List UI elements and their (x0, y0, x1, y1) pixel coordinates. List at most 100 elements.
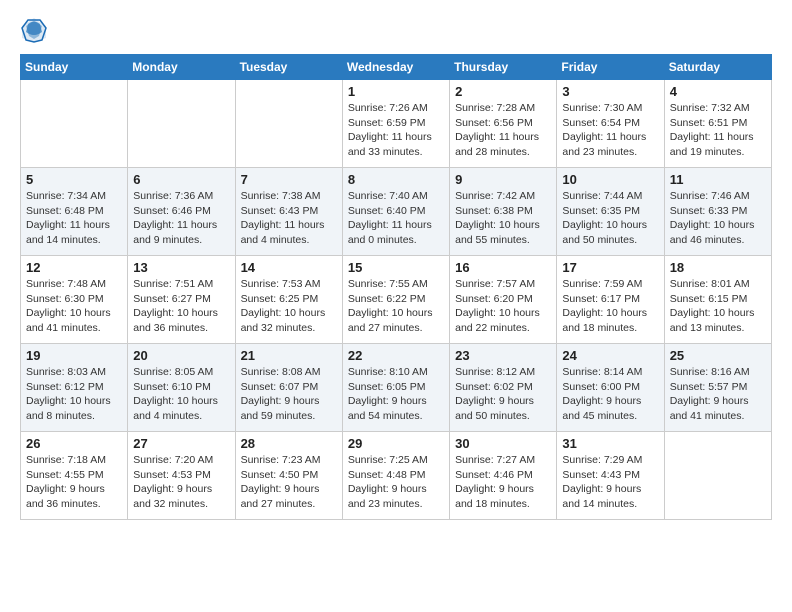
calendar-week-row: 1 Sunrise: 7:26 AM Sunset: 6:59 PM Daylig… (21, 80, 772, 168)
calendar-cell: 30 Sunrise: 7:27 AM Sunset: 4:46 PM Dayli… (450, 432, 557, 520)
day-number: 12 (26, 260, 122, 275)
day-number: 9 (455, 172, 551, 187)
day-info: Sunrise: 7:28 AM Sunset: 6:56 PM Dayligh… (455, 101, 551, 160)
day-info: Sunrise: 7:34 AM Sunset: 6:48 PM Dayligh… (26, 189, 122, 248)
day-number: 31 (562, 436, 658, 451)
day-number: 21 (241, 348, 337, 363)
calendar-week-row: 12 Sunrise: 7:48 AM Sunset: 6:30 PM Dayli… (21, 256, 772, 344)
day-info: Sunrise: 8:01 AM Sunset: 6:15 PM Dayligh… (670, 277, 766, 336)
day-number: 13 (133, 260, 229, 275)
day-info: Sunrise: 7:27 AM Sunset: 4:46 PM Dayligh… (455, 453, 551, 512)
calendar-cell: 16Sunrise: 7:57 AM Sunset: 6:20 PM Dayli… (450, 256, 557, 344)
calendar-cell: 27 Sunrise: 7:20 AM Sunset: 4:53 PM Dayli… (128, 432, 235, 520)
day-info: Sunrise: 7:46 AM Sunset: 6:33 PM Dayligh… (670, 189, 766, 248)
day-number: 15 (348, 260, 444, 275)
calendar-cell: 14Sunrise: 7:53 AM Sunset: 6:25 PM Dayli… (235, 256, 342, 344)
day-info: Sunrise: 8:14 AM Sunset: 6:00 PM Dayligh… (562, 365, 658, 424)
calendar-cell: 23 Sunrise: 8:12 AM Sunset: 6:02 PM Dayli… (450, 344, 557, 432)
day-info: Sunrise: 7:42 AM Sunset: 6:38 PM Dayligh… (455, 189, 551, 248)
day-info: Sunrise: 8:10 AM Sunset: 6:05 PM Dayligh… (348, 365, 444, 424)
day-number: 22 (348, 348, 444, 363)
calendar-week-row: 19 Sunrise: 8:03 AM Sunset: 6:12 PM Dayli… (21, 344, 772, 432)
day-number: 28 (241, 436, 337, 451)
day-number: 1 (348, 84, 444, 99)
calendar-cell: 28 Sunrise: 7:23 AM Sunset: 4:50 PM Dayli… (235, 432, 342, 520)
day-info: Sunrise: 7:51 AM Sunset: 6:27 PM Dayligh… (133, 277, 229, 336)
day-header-monday: Monday (128, 55, 235, 80)
day-number: 4 (670, 84, 766, 99)
calendar: SundayMondayTuesdayWednesdayThursdayFrid… (20, 54, 772, 520)
day-info: Sunrise: 7:26 AM Sunset: 6:59 PM Dayligh… (348, 101, 444, 160)
calendar-cell (664, 432, 771, 520)
calendar-cell: 20 Sunrise: 8:05 AM Sunset: 6:10 PM Dayli… (128, 344, 235, 432)
calendar-cell: 25 Sunrise: 8:16 AM Sunset: 5:57 PM Dayli… (664, 344, 771, 432)
day-info: Sunrise: 7:20 AM Sunset: 4:53 PM Dayligh… (133, 453, 229, 512)
day-number: 26 (26, 436, 122, 451)
day-info: Sunrise: 8:03 AM Sunset: 6:12 PM Dayligh… (26, 365, 122, 424)
day-number: 29 (348, 436, 444, 451)
day-info: Sunrise: 8:05 AM Sunset: 6:10 PM Dayligh… (133, 365, 229, 424)
day-info: Sunrise: 7:36 AM Sunset: 6:46 PM Dayligh… (133, 189, 229, 248)
calendar-cell: 24 Sunrise: 8:14 AM Sunset: 6:00 PM Dayli… (557, 344, 664, 432)
calendar-cell (128, 80, 235, 168)
calendar-week-row: 26 Sunrise: 7:18 AM Sunset: 4:55 PM Dayli… (21, 432, 772, 520)
calendar-cell: 19 Sunrise: 8:03 AM Sunset: 6:12 PM Dayli… (21, 344, 128, 432)
calendar-cell: 12 Sunrise: 7:48 AM Sunset: 6:30 PM Dayli… (21, 256, 128, 344)
header (20, 16, 772, 44)
calendar-cell: 13 Sunrise: 7:51 AM Sunset: 6:27 PM Dayli… (128, 256, 235, 344)
page: SundayMondayTuesdayWednesdayThursdayFrid… (0, 0, 792, 536)
calendar-cell: 21Sunrise: 8:08 AM Sunset: 6:07 PM Dayli… (235, 344, 342, 432)
day-number: 17 (562, 260, 658, 275)
calendar-header-row: SundayMondayTuesdayWednesdayThursdayFrid… (21, 55, 772, 80)
day-number: 25 (670, 348, 766, 363)
logo-icon (20, 16, 48, 44)
day-info: Sunrise: 7:23 AM Sunset: 4:50 PM Dayligh… (241, 453, 337, 512)
calendar-cell: 26 Sunrise: 7:18 AM Sunset: 4:55 PM Dayli… (21, 432, 128, 520)
day-number: 24 (562, 348, 658, 363)
day-header-friday: Friday (557, 55, 664, 80)
day-number: 19 (26, 348, 122, 363)
day-info: Sunrise: 7:48 AM Sunset: 6:30 PM Dayligh… (26, 277, 122, 336)
day-info: Sunrise: 7:38 AM Sunset: 6:43 PM Dayligh… (241, 189, 337, 248)
calendar-cell: 1 Sunrise: 7:26 AM Sunset: 6:59 PM Daylig… (342, 80, 449, 168)
calendar-cell: 5Sunrise: 7:34 AM Sunset: 6:48 PM Daylig… (21, 168, 128, 256)
day-info: Sunrise: 8:16 AM Sunset: 5:57 PM Dayligh… (670, 365, 766, 424)
calendar-cell: 11 Sunrise: 7:46 AM Sunset: 6:33 PM Dayli… (664, 168, 771, 256)
day-number: 7 (241, 172, 337, 187)
day-info: Sunrise: 7:40 AM Sunset: 6:40 PM Dayligh… (348, 189, 444, 248)
day-number: 11 (670, 172, 766, 187)
day-number: 2 (455, 84, 551, 99)
calendar-cell: 31Sunrise: 7:29 AM Sunset: 4:43 PM Dayli… (557, 432, 664, 520)
day-number: 8 (348, 172, 444, 187)
day-number: 6 (133, 172, 229, 187)
day-info: Sunrise: 7:25 AM Sunset: 4:48 PM Dayligh… (348, 453, 444, 512)
calendar-cell: 17 Sunrise: 7:59 AM Sunset: 6:17 PM Dayli… (557, 256, 664, 344)
day-info: Sunrise: 7:59 AM Sunset: 6:17 PM Dayligh… (562, 277, 658, 336)
calendar-cell: 29 Sunrise: 7:25 AM Sunset: 4:48 PM Dayli… (342, 432, 449, 520)
calendar-cell: 9 Sunrise: 7:42 AM Sunset: 6:38 PM Daylig… (450, 168, 557, 256)
day-number: 16 (455, 260, 551, 275)
day-info: Sunrise: 7:44 AM Sunset: 6:35 PM Dayligh… (562, 189, 658, 248)
calendar-cell: 4 Sunrise: 7:32 AM Sunset: 6:51 PM Daylig… (664, 80, 771, 168)
calendar-cell (21, 80, 128, 168)
day-info: Sunrise: 7:30 AM Sunset: 6:54 PM Dayligh… (562, 101, 658, 160)
calendar-cell: 15 Sunrise: 7:55 AM Sunset: 6:22 PM Dayli… (342, 256, 449, 344)
day-info: Sunrise: 7:32 AM Sunset: 6:51 PM Dayligh… (670, 101, 766, 160)
day-number: 27 (133, 436, 229, 451)
day-number: 14 (241, 260, 337, 275)
calendar-cell: 3Sunrise: 7:30 AM Sunset: 6:54 PM Daylig… (557, 80, 664, 168)
day-header-sunday: Sunday (21, 55, 128, 80)
calendar-cell: 2 Sunrise: 7:28 AM Sunset: 6:56 PM Daylig… (450, 80, 557, 168)
day-number: 30 (455, 436, 551, 451)
day-number: 23 (455, 348, 551, 363)
day-header-tuesday: Tuesday (235, 55, 342, 80)
calendar-week-row: 5Sunrise: 7:34 AM Sunset: 6:48 PM Daylig… (21, 168, 772, 256)
day-info: Sunrise: 7:55 AM Sunset: 6:22 PM Dayligh… (348, 277, 444, 336)
day-info: Sunrise: 8:12 AM Sunset: 6:02 PM Dayligh… (455, 365, 551, 424)
day-number: 20 (133, 348, 229, 363)
day-header-thursday: Thursday (450, 55, 557, 80)
calendar-cell: 10Sunrise: 7:44 AM Sunset: 6:35 PM Dayli… (557, 168, 664, 256)
calendar-cell: 6 Sunrise: 7:36 AM Sunset: 6:46 PM Daylig… (128, 168, 235, 256)
day-info: Sunrise: 7:18 AM Sunset: 4:55 PM Dayligh… (26, 453, 122, 512)
calendar-cell: 8 Sunrise: 7:40 AM Sunset: 6:40 PM Daylig… (342, 168, 449, 256)
